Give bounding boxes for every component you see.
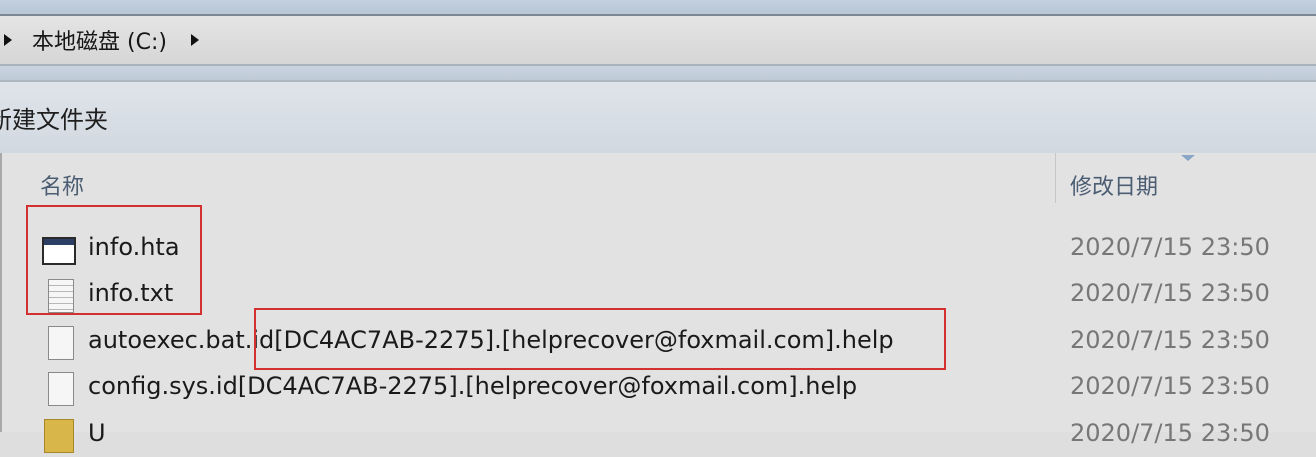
address-bar[interactable]: 本地磁盘 (C:) <box>0 16 1316 66</box>
sort-arrow-icon <box>1181 155 1195 161</box>
file-row[interactable]: config.sys.id[DC4AC7AB-2275].[helprecove… <box>0 366 1316 410</box>
toolbar: 新建文件夹 <box>0 80 1316 155</box>
file-date: 2020/7/15 23:50 <box>1070 233 1270 261</box>
breadcrumb-chevron-icon[interactable] <box>190 34 199 46</box>
folder-icon <box>44 419 74 453</box>
breadcrumb-arrow-icon[interactable] <box>4 34 12 46</box>
highlight-box-encrypted-extension <box>254 308 946 370</box>
column-header-name[interactable]: 名称 <box>40 169 84 201</box>
file-icon <box>48 326 74 360</box>
breadcrumb-drive-c[interactable]: 本地磁盘 (C:) <box>32 24 167 56</box>
column-separator[interactable] <box>1055 153 1056 203</box>
file-row[interactable]: U 2020/7/15 23:50 <box>0 413 1316 457</box>
file-date: 2020/7/15 23:50 <box>1070 372 1270 400</box>
file-date: 2020/7/15 23:50 <box>1070 419 1270 447</box>
new-folder-button[interactable]: 新建文件夹 <box>0 100 108 135</box>
column-header-date-modified[interactable]: 修改日期 <box>1070 169 1158 201</box>
window-top-strip <box>0 0 1316 16</box>
file-icon <box>48 372 74 406</box>
highlight-box-ransom-notes <box>26 205 202 315</box>
address-gap <box>0 66 1316 80</box>
file-name[interactable]: config.sys.id[DC4AC7AB-2275].[helprecove… <box>88 372 857 400</box>
file-name[interactable]: U <box>88 419 106 447</box>
file-date: 2020/7/15 23:50 <box>1070 279 1270 307</box>
file-date: 2020/7/15 23:50 <box>1070 326 1270 354</box>
file-list: 名称 修改日期 info.hta 2020/7/15 23:50 info.tx… <box>0 153 1316 453</box>
